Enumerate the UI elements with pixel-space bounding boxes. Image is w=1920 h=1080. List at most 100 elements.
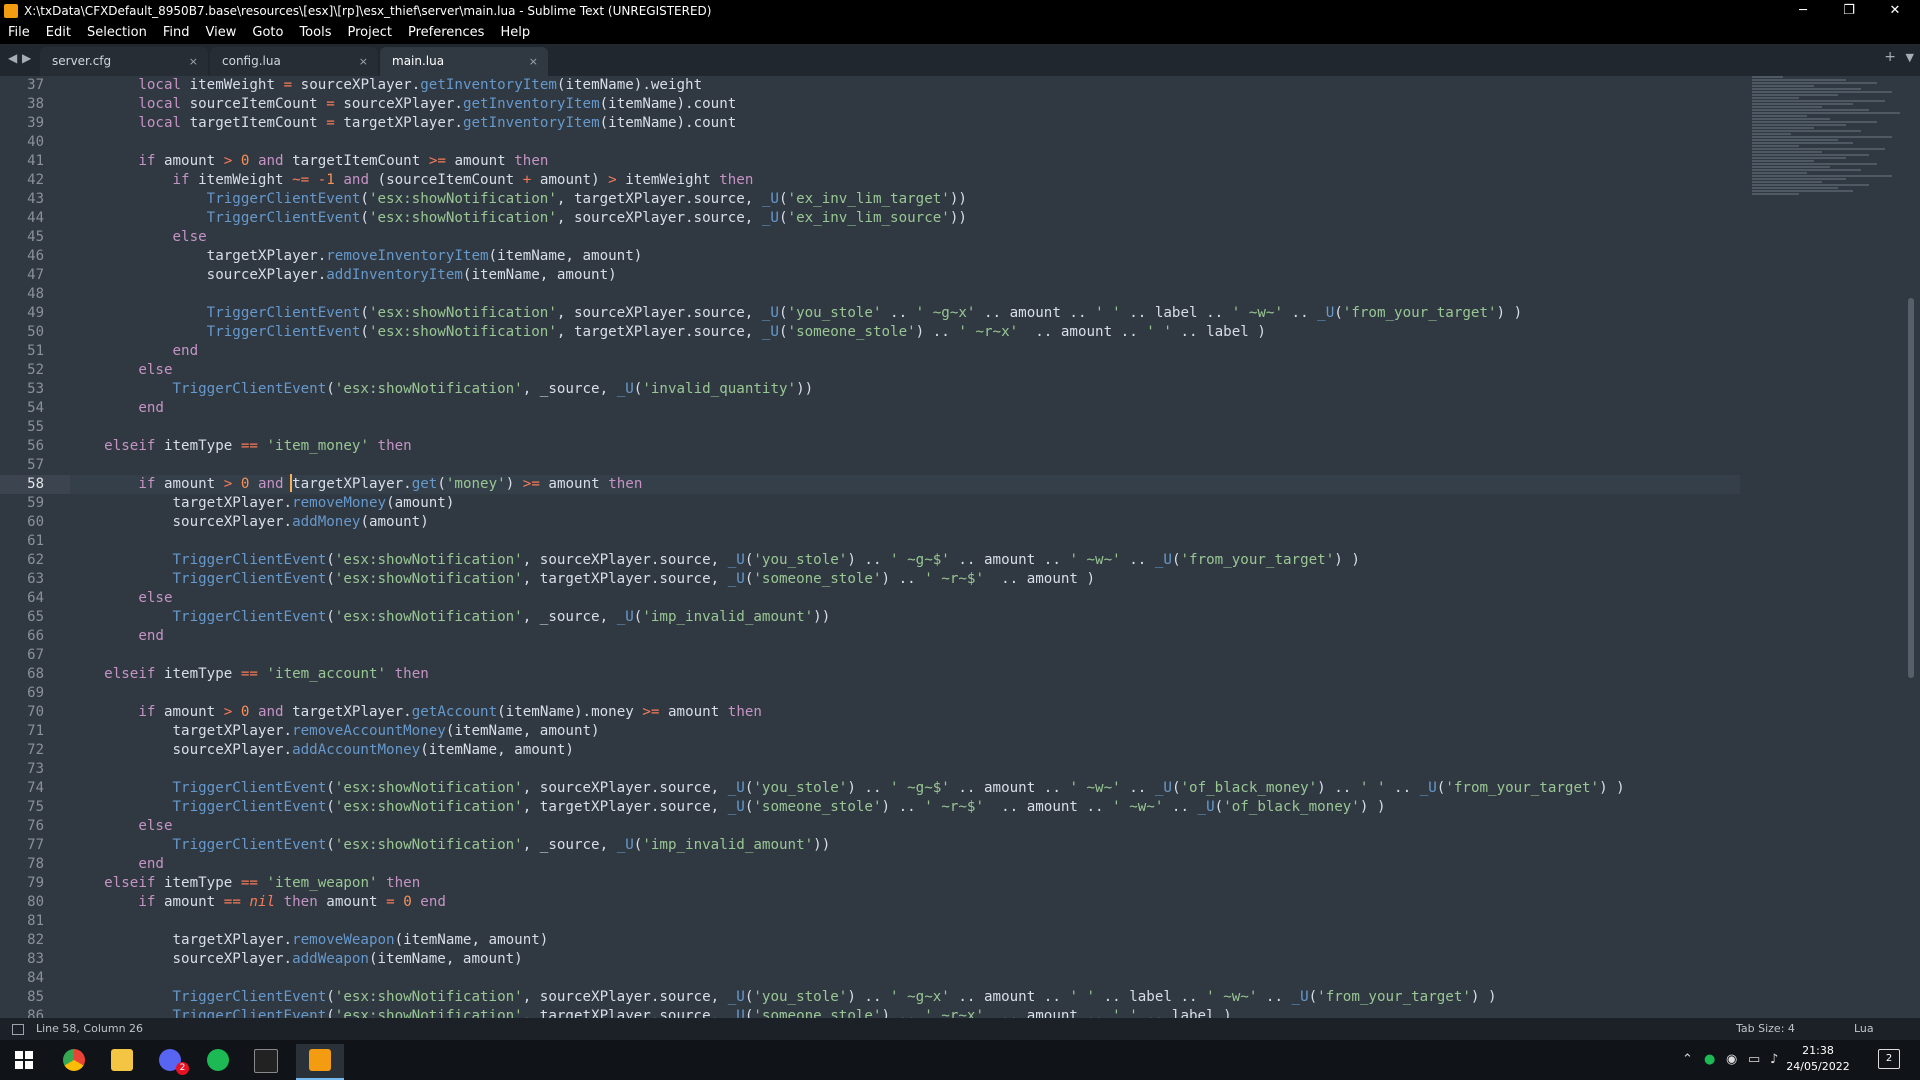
code-line[interactable]: local itemWeight = sourceXPlayer.getInve… <box>70 76 1740 95</box>
code-line[interactable]: TriggerClientEvent('esx:showNotification… <box>70 551 1740 570</box>
editor-area[interactable]: 37 38 39 40 41 42 43 44 45 46 47 48 49 50 51 52 53 54 55 56… <box>0 76 1920 1018</box>
code-line[interactable]: sourceXPlayer.addInventoryItem(itemName,… <box>70 266 1740 285</box>
tab-back-icon[interactable]: ◀ <box>8 51 17 65</box>
sublime-text-icon[interactable] <box>296 1044 344 1080</box>
tab-server-cfg[interactable]: server.cfg × <box>40 47 208 76</box>
tab-main-lua[interactable]: main.lua × <box>380 47 548 76</box>
code-line[interactable]: TriggerClientEvent('esx:showNotification… <box>70 836 1740 855</box>
tab-config-lua[interactable]: config.lua × <box>210 47 378 76</box>
code-line[interactable]: else <box>70 228 1740 247</box>
network-icon[interactable]: ▭ <box>1748 1052 1760 1067</box>
vertical-scrollbar[interactable] <box>1908 298 1914 678</box>
terminal-icon[interactable] <box>242 1044 290 1076</box>
code-line[interactable]: local targetItemCount = targetXPlayer.ge… <box>70 114 1740 133</box>
code-line[interactable] <box>70 760 1740 779</box>
code-line[interactable]: if amount > 0 and targetXPlayer.get('mon… <box>70 475 1740 494</box>
file-explorer-icon[interactable] <box>98 1044 146 1076</box>
menu-file[interactable]: File <box>0 22 38 44</box>
code-line[interactable]: if amount > 0 and targetItemCount >= amo… <box>70 152 1740 171</box>
code-line[interactable] <box>70 456 1740 475</box>
code-line[interactable]: TriggerClientEvent('esx:showNotification… <box>70 779 1740 798</box>
menu-view[interactable]: View <box>198 22 245 44</box>
code-line[interactable]: else <box>70 361 1740 380</box>
code-line[interactable]: elseif itemType == 'item_weapon' then <box>70 874 1740 893</box>
minimize-button[interactable]: ─ <box>1780 0 1826 22</box>
panel-toggle-icon[interactable] <box>12 1024 24 1035</box>
syntax-selector[interactable]: Lua <box>1854 1018 1874 1040</box>
code-token: 'of_black_money' <box>1223 799 1360 815</box>
code-line[interactable]: TriggerClientEvent('esx:showNotification… <box>70 380 1740 399</box>
menu-find[interactable]: Find <box>155 22 198 44</box>
menu-edit[interactable]: Edit <box>38 22 79 44</box>
code-line[interactable]: TriggerClientEvent('esx:showNotification… <box>70 570 1740 589</box>
code-line[interactable]: elseif itemType == 'item_money' then <box>70 437 1740 456</box>
code-token: removeAccountMoney <box>292 723 446 739</box>
code-line[interactable] <box>70 646 1740 665</box>
chrome-icon[interactable] <box>50 1044 98 1076</box>
steam-tray-icon[interactable]: ◉ <box>1726 1052 1737 1067</box>
code-line[interactable]: elseif itemType == 'item_account' then <box>70 665 1740 684</box>
code-line[interactable] <box>70 912 1740 931</box>
maximize-button[interactable]: ❐ <box>1826 0 1872 22</box>
code-line[interactable] <box>70 969 1740 988</box>
line-number: 46 <box>27 248 44 264</box>
code-line[interactable] <box>70 418 1740 437</box>
spotify-icon[interactable] <box>194 1044 242 1076</box>
tab-forward-icon[interactable]: ▶ <box>22 51 31 65</box>
new-tab-icon[interactable]: + <box>1884 49 1896 65</box>
code-line[interactable]: targetXPlayer.removeWeapon(itemName, amo… <box>70 931 1740 950</box>
code-line[interactable]: else <box>70 817 1740 836</box>
close-button[interactable]: ✕ <box>1872 0 1918 22</box>
code-line[interactable]: TriggerClientEvent('esx:showNotification… <box>70 798 1740 817</box>
menu-goto[interactable]: Goto <box>244 22 291 44</box>
code-line[interactable] <box>70 285 1740 304</box>
code-line[interactable]: end <box>70 855 1740 874</box>
code-line[interactable]: if itemWeight ~= -1 and (sourceItemCount… <box>70 171 1740 190</box>
close-tab-icon[interactable]: × <box>359 47 368 76</box>
code-line[interactable]: sourceXPlayer.addMoney(amount) <box>70 513 1740 532</box>
code-line[interactable]: if amount == nil then amount = 0 end <box>70 893 1740 912</box>
code-line[interactable]: end <box>70 342 1740 361</box>
code-line[interactable]: TriggerClientEvent('esx:showNotification… <box>70 304 1740 323</box>
menu-project[interactable]: Project <box>339 22 399 44</box>
code-view[interactable]: local itemWeight = sourceXPlayer.getInve… <box>70 76 1740 1018</box>
menu-preferences[interactable]: Preferences <box>400 22 492 44</box>
tray-overflow-icon[interactable]: ⌃ <box>1682 1052 1693 1067</box>
code-line[interactable]: TriggerClientEvent('esx:showNotification… <box>70 988 1740 1007</box>
menu-tools[interactable]: Tools <box>291 22 339 44</box>
code-line[interactable]: TriggerClientEvent('esx:showNotification… <box>70 323 1740 342</box>
code-line[interactable] <box>70 684 1740 703</box>
code-line[interactable] <box>70 532 1740 551</box>
code-token: getInventoryItem <box>462 96 600 112</box>
code-line[interactable]: targetXPlayer.removeAccountMoney(itemNam… <box>70 722 1740 741</box>
windows-start-icon[interactable] <box>0 1044 48 1076</box>
tray-app-icon[interactable]: ● <box>1704 1052 1715 1067</box>
code-line[interactable]: local sourceItemCount = sourceXPlayer.ge… <box>70 95 1740 114</box>
code-line[interactable]: TriggerClientEvent('esx:showNotification… <box>70 209 1740 228</box>
tab-menu-icon[interactable]: ▼ <box>1906 51 1914 64</box>
menu-help[interactable]: Help <box>492 22 538 44</box>
code-line[interactable]: targetXPlayer.removeMoney(amount) <box>70 494 1740 513</box>
code-line[interactable]: TriggerClientEvent('esx:showNotification… <box>70 190 1740 209</box>
tab-size-selector[interactable]: Tab Size: 4 <box>1736 1018 1795 1040</box>
code-line[interactable]: end <box>70 399 1740 418</box>
discord-icon[interactable]: 2 <box>146 1044 194 1076</box>
minimap[interactable] <box>1752 76 1908 376</box>
code-line[interactable]: sourceXPlayer.addAccountMoney(itemName, … <box>70 741 1740 760</box>
code-line[interactable]: TriggerClientEvent('esx:showNotification… <box>70 608 1740 627</box>
notification-center-icon[interactable]: 2 <box>1878 1049 1900 1069</box>
code-line[interactable]: if amount > 0 and targetXPlayer.getAccou… <box>70 703 1740 722</box>
code-line[interactable]: TriggerClientEvent('esx:showNotification… <box>70 1007 1740 1018</box>
line-number-gutter[interactable]: 37 38 39 40 41 42 43 44 45 46 47 48 49 50 51 52 53 54 55 56… <box>0 76 70 1018</box>
menu-selection[interactable]: Selection <box>79 22 155 44</box>
close-tab-icon[interactable]: × <box>189 47 198 76</box>
code-line[interactable]: end <box>70 627 1740 646</box>
code-line[interactable]: sourceXPlayer.addWeapon(itemName, amount… <box>70 950 1740 969</box>
code-token: TriggerClientEvent <box>172 989 327 1005</box>
code-line[interactable] <box>70 133 1740 152</box>
close-tab-icon[interactable]: × <box>529 47 538 76</box>
code-line[interactable]: else <box>70 589 1740 608</box>
code-line[interactable]: targetXPlayer.removeInventoryItem(itemNa… <box>70 247 1740 266</box>
system-clock[interactable]: 21:38 24/05/2022 <box>1778 1043 1858 1075</box>
